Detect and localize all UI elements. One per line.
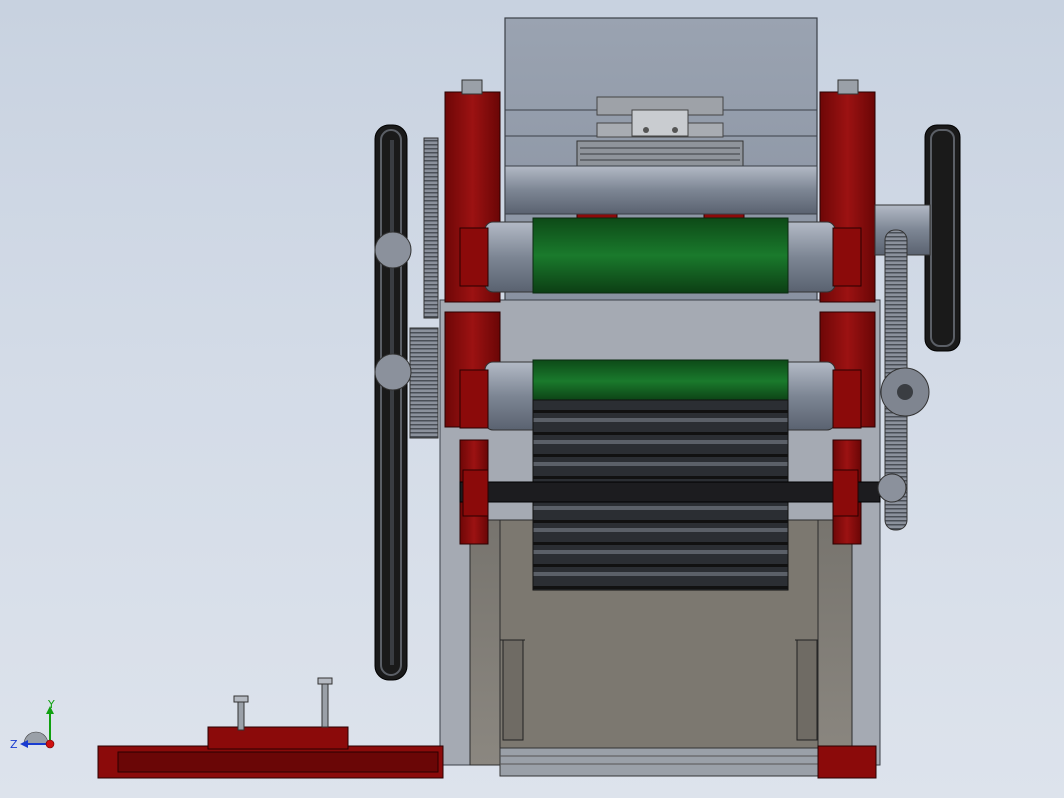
upper-green-roller[interactable] bbox=[484, 217, 836, 294]
upper-cross-shaft bbox=[504, 165, 818, 215]
view-orientation-triad[interactable]: Y Z bbox=[8, 698, 64, 756]
z-axis-label: Z bbox=[10, 738, 18, 751]
right-chain-sprocket[interactable] bbox=[877, 229, 930, 531]
left-belt-drive[interactable] bbox=[374, 124, 408, 681]
y-axis-label: Y bbox=[47, 700, 55, 711]
x-axis-point bbox=[45, 739, 55, 749]
lower-drive-shaft bbox=[459, 481, 881, 503]
cad-viewport[interactable]: Y Z bbox=[0, 0, 1064, 798]
machine-assembly-model bbox=[97, 17, 961, 779]
